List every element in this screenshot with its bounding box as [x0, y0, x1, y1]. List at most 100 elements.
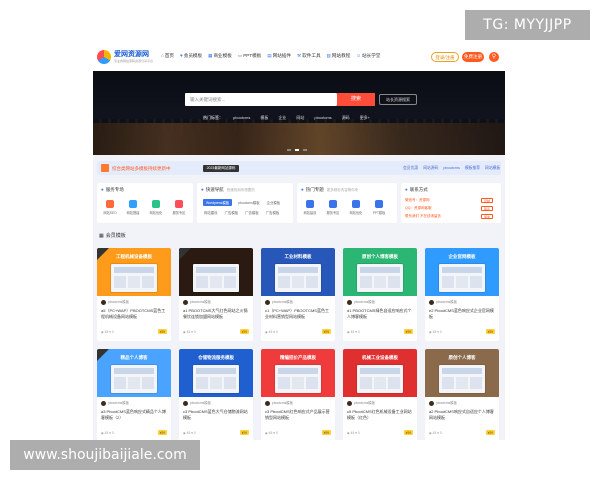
quick-nav-tag[interactable]: Wordpress模板 [203, 199, 233, 206]
search-icon[interactable]: ⚲ [489, 52, 499, 62]
site-header: 爱网资源网 专业的网站源码资源分享平台 ⌂首页 ♥会员模板 ▦商业模板 ▭PPT模板 ▤… [93, 43, 505, 71]
hot-tag[interactable]: pbootcms [314, 115, 331, 121]
website-frame: 爱网资源网 专业的网站源码资源分享平台 ⌂首页 ♥会员模板 ▦商业模板 ▭PPT模板 ▤… [93, 43, 505, 440]
quick-link-item[interactable]: 服务专区 [172, 200, 186, 215]
quick-link-label: 网站建设 [303, 211, 317, 215]
card-thumbnail[interactable]: 机械工业设备模板 [343, 349, 417, 397]
nav-item-label: PPT模板 [243, 53, 262, 58]
card-preview-screen [439, 264, 485, 292]
card-title[interactable]: c3 PbootCMS红色响应式产品展示营销型网站模板 [265, 409, 332, 421]
card-thumbnail[interactable]: 原创个人博客模板 [343, 248, 417, 296]
nav-item-6[interactable]: ▥网站教程 [327, 53, 351, 59]
hot-tag[interactable]: 模板 [260, 115, 268, 121]
template-card[interactable]: 原创个人博客 pbootcms模板 a2 PbootCMS响应式自适应个人博客网站模… [425, 349, 499, 440]
carousel-dot[interactable] [295, 149, 299, 151]
heart-icon: ♥ [179, 53, 183, 58]
template-card[interactable]: 工程机械设备模板 pbootcms模板 a5（PC+WAP）PBOOTCMS蓝色工程… [97, 248, 171, 341]
quick-nav-tag[interactable]: 广告模板 [244, 209, 260, 216]
quick-nav-tag[interactable]: 网站建设 [203, 209, 219, 216]
nav-item-5[interactable]: ⚒软件工具 [297, 53, 321, 59]
quick-link-item[interactable]: 网站SEO [103, 200, 117, 215]
nav-item-0[interactable]: ⌂首页 [161, 53, 174, 59]
card-title[interactable]: e2 PbootCMS蓝色响应式企业官网模板 [429, 308, 496, 320]
quick-link-item[interactable]: 网站建设 [303, 200, 317, 215]
card-likes: 0 [275, 330, 278, 334]
hot-tag[interactable]: 更多+ [360, 115, 370, 121]
card-title[interactable]: a3 PbootCMS蓝色响应式精品个人博客模板（2） [101, 409, 168, 421]
card-thumbnail[interactable]: 原创个人博客 [425, 349, 499, 397]
nav-item-3[interactable]: ▭PPT模板 [238, 53, 261, 59]
notice-tag[interactable]: 2023最新网站源码 [203, 164, 239, 172]
nav-item-1[interactable]: ♥会员模板 [180, 53, 202, 59]
carousel-dot[interactable] [287, 149, 291, 151]
notice-link[interactable]: pbootcms [443, 166, 459, 171]
quick-nav-tag[interactable]: 广告模板 [224, 209, 240, 216]
card-thumbnail[interactable]: 精编招价产品模板 [261, 349, 335, 397]
template-card[interactable]: 仓储物流服务模板 pbootcms模板 c3 PbootCMS蓝色大气仓储物流网站模… [179, 349, 253, 440]
contact-row-button[interactable]: 联系 [481, 205, 493, 211]
quick-nav-tag[interactable]: 企业模板 [266, 199, 282, 206]
login-button[interactable]: 登录/注册 [431, 52, 459, 62]
template-card[interactable]: 企业官网模板 pbootcms模板 e2 PbootCMS蓝色响应式企业官网模板 ◉ … [425, 248, 499, 341]
preview-block [360, 377, 372, 389]
template-card[interactable]: pbootcms模板 a1 PBOOTCMS大气红色网站之火锅餐饮连锁加盟网站模板… [179, 248, 253, 341]
search-link-button[interactable]: 站长资源搜索 [379, 94, 417, 105]
avatar [347, 299, 352, 305]
quick-link-item[interactable]: 网站优化 [349, 200, 363, 215]
quick-nav-tag[interactable]: 广告模板 [265, 209, 281, 216]
card-preview-screen [439, 365, 485, 393]
nav-item-label: 软件工具 [302, 53, 321, 58]
site-logo[interactable]: 爱网资源网 专业的网站源码资源分享平台 [97, 49, 157, 67]
card-thumbnail[interactable]: 工业材料模板 [261, 248, 335, 296]
panel-services: ● 服务专场 网站SEO 网站搭建 网站优化 服务专区 [97, 183, 193, 223]
template-card[interactable]: 精品个人博客 pbootcms模板 a3 PbootCMS蓝色响应式精品个人博客模板… [97, 349, 171, 440]
card-corner-badge [97, 248, 109, 260]
quick-link-item[interactable]: 网站优化 [149, 200, 163, 215]
card-author-name: pbootcms模板 [436, 401, 457, 405]
quick-link-item[interactable]: 服务专区 [326, 200, 340, 215]
card-thumbnail[interactable]: 精品个人博客 [97, 349, 171, 397]
nav-item-4[interactable]: ▤网站插件 [267, 53, 291, 59]
card-title[interactable]: c1（PC+WAP）PBOOTCMS蓝色工业材料营销型网站模板 [265, 308, 332, 320]
search-input[interactable] [185, 93, 337, 106]
search-button[interactable]: 搜索 [337, 93, 375, 106]
notice-link[interactable]: 网站模板 [485, 166, 500, 171]
card-thumbnail[interactable]: 企业官网模板 [425, 248, 499, 296]
card-title[interactable]: d1 PBOOTCMS绿色自适应响应式个人博客模板 [347, 308, 414, 320]
nav-item-label: 首页 [164, 53, 174, 58]
template-card[interactable]: 原创个人博客模板 pbootcms模板 d1 PBOOTCMS绿色自适应响应式个人博… [343, 248, 417, 341]
quick-link-item[interactable]: 网站搭建 [126, 200, 140, 215]
card-price: ¥99 [403, 329, 413, 334]
template-card[interactable]: 精编招价产品模板 pbootcms模板 c3 PbootCMS红色响应式产品展示营销… [261, 349, 335, 440]
nav-item-7[interactable]: ☺站长学堂 [356, 53, 380, 59]
card-author: pbootcms模板 [347, 299, 375, 305]
register-button[interactable]: 免费注册 [462, 52, 484, 62]
card-title[interactable]: a2 PbootCMS响应式自适应个人博客网站模板 [429, 409, 496, 421]
hot-tag[interactable]: pbootcms [233, 115, 250, 121]
notice-link[interactable]: 会员优惠 [403, 166, 418, 171]
template-card[interactable]: 机械工业设备模板 pbootcms模板 c5 PbootCMS红色机械设备工业网站模… [343, 349, 417, 440]
preview-block [196, 368, 236, 374]
nav-item-2[interactable]: ▦商业模板 [208, 53, 232, 59]
notice-link[interactable]: 模板推荐 [465, 166, 480, 171]
card-thumbnail[interactable] [179, 248, 253, 296]
quick-link-item[interactable]: PPT模板 [372, 200, 386, 215]
hot-tag[interactable]: 网站 [296, 115, 304, 121]
card-thumbnail[interactable]: 仓储物流服务模板 [179, 349, 253, 397]
notice-text[interactable]: 综合类网站多模板持续更新中 [112, 166, 171, 172]
template-card[interactable]: 工业材料模板 pbootcms模板 c1（PC+WAP）PBOOTCMS蓝色工业材料… [261, 248, 335, 341]
contact-row-button[interactable]: 留言 [481, 213, 493, 219]
contact-row-button[interactable]: 复制 [481, 197, 493, 203]
notice-link[interactable]: 网站源码 [423, 166, 438, 171]
hot-tag[interactable]: 源码 [342, 115, 350, 121]
card-title[interactable]: c5 PbootCMS红色机械设备工业网站模板（红色） [347, 409, 414, 421]
carousel-dot[interactable] [303, 149, 307, 151]
card-title[interactable]: a1 PBOOTCMS大气红色网站之火锅餐饮连锁加盟网站模板 [183, 308, 250, 320]
card-footer: ◉ 45 ♥ 0 ¥99 [101, 430, 167, 435]
card-thumbnail[interactable]: 工程机械设备模板 [97, 248, 171, 296]
hot-tag[interactable]: 企业 [278, 115, 286, 121]
card-preview-screen [275, 365, 321, 393]
card-title[interactable]: c3 PbootCMS蓝色大气仓储物流网站模板 [183, 409, 250, 421]
card-title[interactable]: a5（PC+WAP）PBOOTCMS蓝色工程机械设备网站模板 [101, 308, 168, 320]
quick-nav-tag[interactable]: pbootcms模板 [237, 199, 260, 206]
